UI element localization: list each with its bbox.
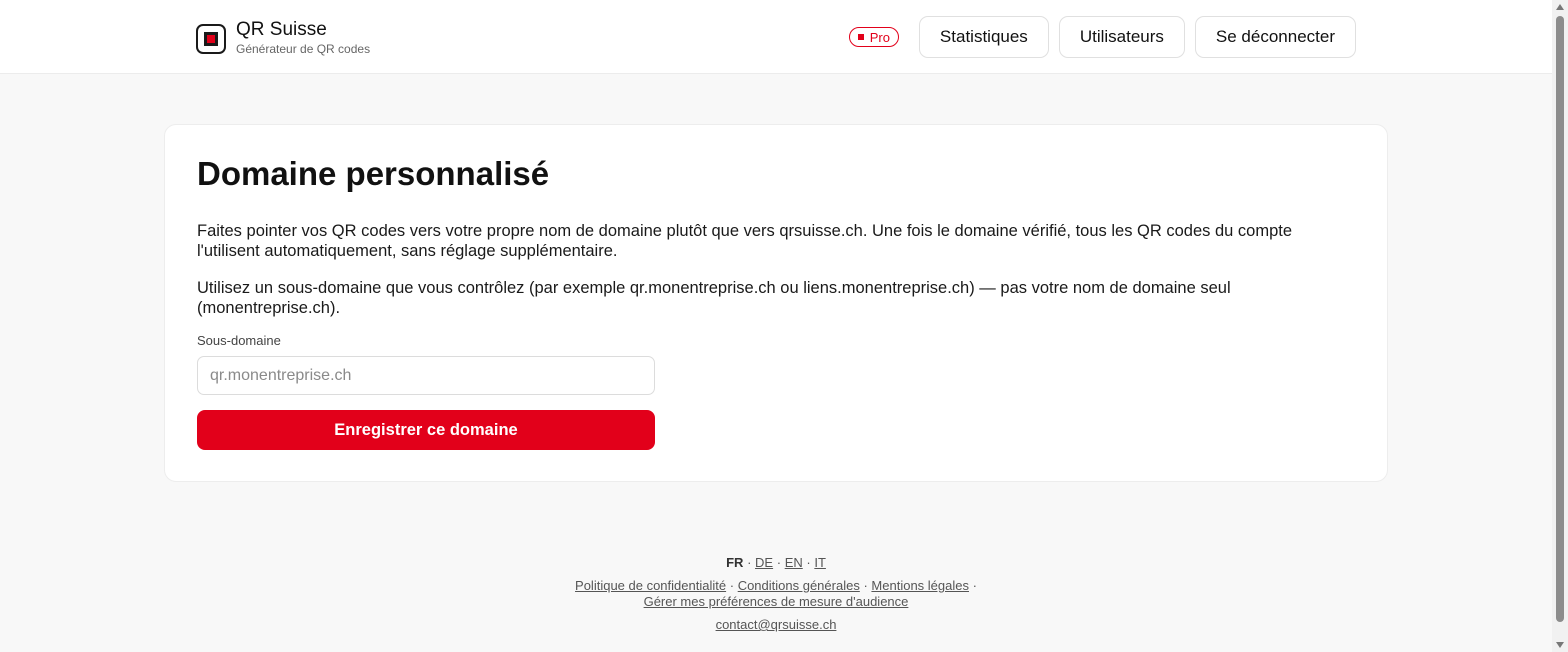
terms-link[interactable]: Conditions générales [738,578,860,593]
square-icon [857,34,864,40]
vertical-scrollbar[interactable] [1552,0,1568,652]
pro-plan-badge: Pro [848,27,899,47]
brand-name: QR Suisse [236,19,327,40]
brand-text: QR Suisse Générateur de QR codes [236,20,370,57]
language-switcher: FR · DE · EN · IT [0,554,1552,572]
hint-text: Utilisez un sous-domaine que vous contrô… [197,279,1231,317]
logout-button[interactable]: Se déconnecter [1194,16,1356,58]
lang-de-link[interactable]: DE [755,555,773,570]
separator: · [806,555,811,570]
lang-en-link[interactable]: EN [785,555,803,570]
save-domain-button[interactable]: Enregistrer ce domaine [197,410,655,450]
scroll-down-arrow-icon[interactable] [1556,642,1564,648]
page-title: Domaine personnalisé [197,155,550,192]
brand-tagline: Générateur de QR codes [236,42,371,56]
scrollbar-thumb[interactable] [1556,16,1564,622]
separator: · [776,555,782,570]
legal-notice-link[interactable]: Mentions légales [871,578,969,593]
pro-plan-label: Pro [869,29,890,45]
subdomain-input[interactable] [197,356,655,395]
separator: · [747,555,752,570]
lang-it-link[interactable]: IT [814,555,826,570]
separator: · [863,578,868,593]
separator: · [729,578,735,593]
stats-button[interactable]: Statistiques [918,16,1049,58]
top-bar: QR Suisse Générateur de QR codes Pro Sta… [0,0,1552,74]
qr-logo-icon [196,23,226,54]
intro-text: Faites pointer vos QR codes vers votre p… [197,222,1293,260]
footer: FR · DE · EN · IT Politique de confident… [0,554,1552,634]
custom-domain-card: Domaine personnalisé Faites pointer vos … [164,124,1388,482]
users-button[interactable]: Utilisateurs [1058,16,1185,58]
brand[interactable]: QR Suisse Générateur de QR codes [196,20,370,57]
audience-preferences-link[interactable]: Gérer mes préférences de mesure d'audien… [644,594,909,609]
lang-current: FR [726,555,744,570]
privacy-link[interactable]: Politique de confidentialité [575,578,726,593]
separator: · [972,578,977,593]
contact: contact@qrsuisse.ch [0,616,1552,634]
main-nav: Pro Statistiques Utilisateurs Se déconne… [848,16,1356,58]
legal-links: Politique de confidentialité · Condition… [0,578,1552,610]
subdomain-label: Sous-domaine [197,333,281,348]
scroll-up-arrow-icon[interactable] [1556,4,1564,10]
contact-email-link[interactable]: contact@qrsuisse.ch [716,617,837,632]
